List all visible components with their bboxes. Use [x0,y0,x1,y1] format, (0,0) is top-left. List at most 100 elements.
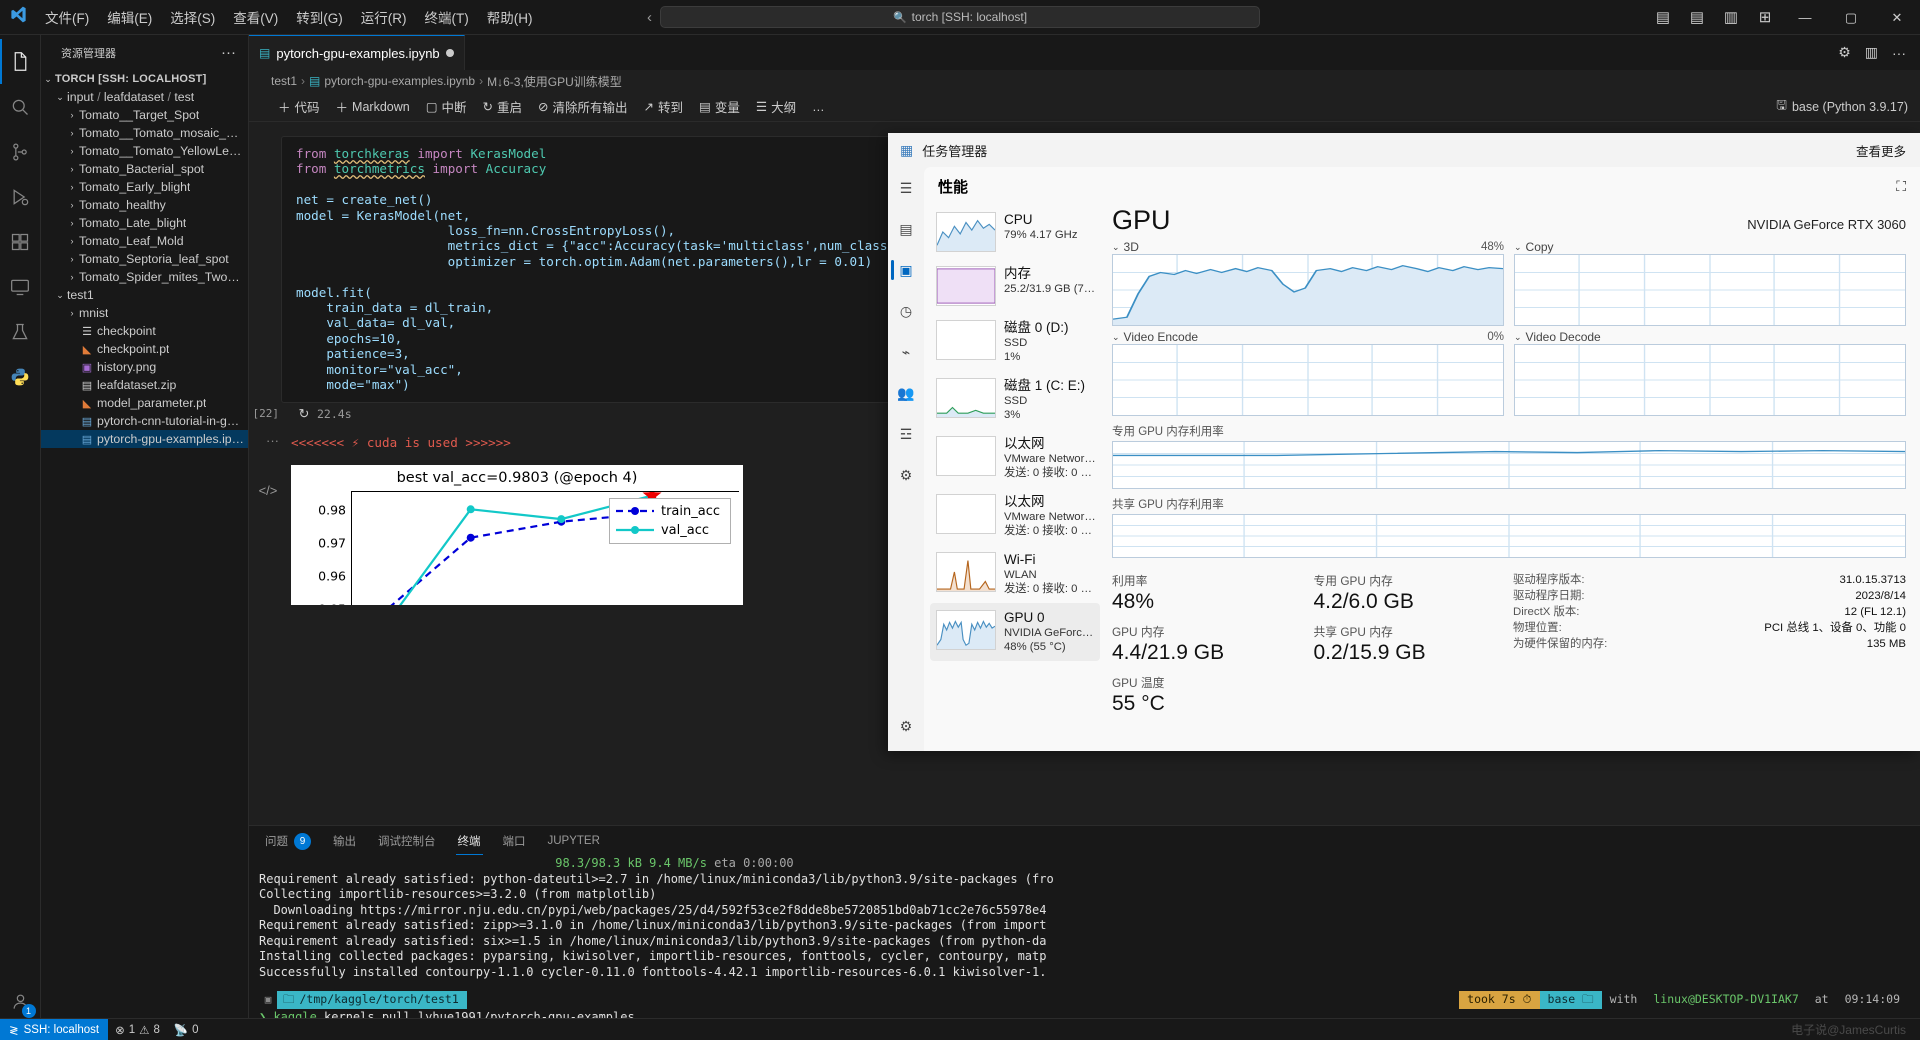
activity-testing-icon[interactable] [0,309,41,354]
device-list-item[interactable]: CPU 79% 4.17 GHz [930,205,1100,259]
task-manager-window[interactable]: ▦ 任务管理器 查看更多 ☰ ▤ ▣ ◷ ⌁ 👥 ☲ ⚙ ⚙ 性能 ⛶ CPU 7… [888,133,1920,751]
users-icon[interactable]: 👥 [891,380,921,406]
tab-pytorch-gpu-examples[interactable]: ▤ pytorch-gpu-examples.ipynb [249,35,465,70]
search-input[interactable]: torch [SSH: localhost] [912,10,1027,24]
device-list-item[interactable]: 内存 25.2/31.9 GB (79%) [930,259,1100,313]
tree-file-item[interactable]: ▤ pytorch-gpu-examples.ipynb [41,430,248,448]
hamburger-icon[interactable]: ☰ [891,175,921,201]
app-history-icon[interactable]: ◷ [891,298,921,324]
device-list-item[interactable]: 磁盘 0 (D:) SSD 1% [930,313,1100,371]
panel-left-icon[interactable]: ▤ [1646,8,1680,26]
activity-remote-explorer-icon[interactable] [0,264,41,309]
problems-status[interactable]: ⊗ 1 ⚠ 8 [108,1019,167,1040]
code-view-icon[interactable]: </> [249,465,291,498]
menu-help[interactable]: 帮助(H) [478,3,542,31]
activity-explorer-icon[interactable] [0,39,41,84]
tree-folder-test1[interactable]: ⌄ test1 [41,286,248,304]
activity-search-icon[interactable] [0,84,41,129]
activity-python-icon[interactable] [0,354,41,399]
layout-grid-icon[interactable]: ⊞ [1748,8,1782,26]
expand-icon[interactable]: ⛶ [1896,178,1906,195]
menu-view[interactable]: 查看(V) [224,3,287,31]
tree-file-item[interactable]: ▤ leafdataset.zip [41,376,248,394]
tree-file-item[interactable]: ▤ pytorch-cnn-tutorial-in-gpu.ipynb [41,412,248,430]
tree-file-item[interactable]: ◣ checkpoint.pt [41,340,248,358]
terminal-output[interactable]: 98.3/98.3 kB 9.4 MB/s eta 0:00:00 Require… [249,856,1920,1040]
menu-file[interactable]: 文件(F) [36,3,98,31]
services-icon[interactable]: ⚙ [891,462,921,488]
tree-file-item[interactable]: ◣ model_parameter.pt [41,394,248,412]
menu-go[interactable]: 转到(G) [287,3,352,31]
restart-button[interactable]: ↻ 重启 [476,94,530,119]
sidebar-more-icon[interactable]: ··· [215,44,242,61]
breadcrumb-cell[interactable]: M↓6-3,使用GPU训练模型 [487,73,622,90]
processes-icon[interactable]: ▤ [891,216,921,242]
remote-indicator[interactable]: ≷ SSH: localhost [0,1018,109,1040]
tree-folder-item[interactable]: › Tomato_Early_blight [41,178,248,196]
tree-folder-item[interactable]: › Tomato__Tomato_mosaic_virus [41,124,248,142]
breadcrumb-test1[interactable]: test1 [271,74,297,88]
outline-button[interactable]: ☰ 大纲 [749,94,803,119]
tree-folder-item[interactable]: › Tomato_Spider_mites_Two_spotted... [41,268,248,286]
split-icon[interactable]: ▣ [259,992,277,1008]
device-list-item[interactable]: Wi-Fi WLAN 发送: 0 接收: 0 Kbps [930,545,1100,603]
performance-icon[interactable]: ▣ [891,257,921,283]
tree-folder-item[interactable]: › Tomato_Late_blight [41,214,248,232]
nav-back-icon[interactable]: ‹ [640,9,659,26]
tree-folder-item[interactable]: › Tomato_Septoria_leaf_spot [41,250,248,268]
menu-selection[interactable]: 选择(S) [161,3,224,31]
gpu-graph-label-copy[interactable]: ⌄ Copy [1514,240,1906,254]
startup-icon[interactable]: ⌁ [891,339,921,365]
tree-file-item[interactable]: › mnist [41,304,248,322]
menu-edit[interactable]: 编辑(E) [98,3,161,31]
gpu-graph-label-video-decode[interactable]: ⌄ Video Decode [1514,330,1906,344]
tree-file-item[interactable]: ▣ history.png [41,358,248,376]
tree-folder-item[interactable]: › Tomato_Leaf_Mold [41,232,248,250]
details-icon[interactable]: ☲ [891,421,921,447]
maximize-button[interactable]: ▢ [1828,0,1874,35]
radio-tower-status[interactable]: 📡 0 [167,1019,206,1040]
panel-tab-ports[interactable]: 端口 [501,827,528,855]
interrupt-button[interactable]: ▢ 中断 [419,94,474,119]
panel-tab-debug-console[interactable]: 调试控制台 [376,827,438,855]
variables-button[interactable]: ▤ 变量 [692,94,747,119]
device-list-item[interactable]: GPU 0 NVIDIA GeForce... 48% (55 °C) [930,603,1100,661]
activity-source-control-icon[interactable] [0,129,41,174]
device-list-item[interactable]: 以太网 VMware Network ... 发送: 0 接收: 0 Kbps [930,429,1100,487]
ellipsis-icon[interactable]: ··· [1886,45,1912,61]
minimize-button[interactable]: — [1782,0,1828,35]
tree-root-torch[interactable]: ⌄ TORCH [SSH: LOCALHOST] [41,70,248,88]
device-list-item[interactable]: 以太网 VMware Network ... 发送: 0 接收: 0 Kbps [930,487,1100,545]
gpu-graph-label-3d[interactable]: ⌄ 3D 48% [1112,240,1504,254]
goto-button[interactable]: ↗ 转到 [637,94,691,119]
device-list-item[interactable]: 磁盘 1 (C: E:) SSD 3% [930,371,1100,429]
restart-circle-icon[interactable]: ↻ [291,406,317,422]
activity-extensions-icon[interactable] [0,219,41,264]
add-markdown-cell-button[interactable]: ＋ Markdown [329,94,417,119]
breadcrumb-file[interactable]: pytorch-gpu-examples.ipynb [324,74,475,88]
tree-file-item[interactable]: ☰ checkpoint [41,322,248,340]
settings-gear-icon[interactable]: ⚙ [1832,44,1857,61]
panel-bottom-icon[interactable]: ▤ [1680,8,1714,26]
panel-tab-jupyter[interactable]: JUPYTER [546,829,602,853]
menu-terminal[interactable]: 终端(T) [416,3,478,31]
close-button[interactable]: ✕ [1874,0,1920,35]
clear-outputs-button[interactable]: ⊘ 清除所有输出 [531,94,635,119]
menu-run[interactable]: 运行(R) [352,3,416,31]
gpu-graph-label-video-encode[interactable]: ⌄ Video Encode 0% [1112,330,1504,344]
tree-folder-input-path[interactable]: ⌄ input / leafdataset / test [41,88,248,106]
output-ellipsis-icon[interactable]: ··· [249,433,291,448]
panel-tab-problems[interactable]: 问题 9 [263,827,313,856]
toolbar-more-icon[interactable]: … [805,97,832,117]
panel-tab-output[interactable]: 输出 [331,827,358,855]
panel-tab-terminal[interactable]: 终端 [455,827,483,855]
tree-folder-item[interactable]: › Tomato_healthy [41,196,248,214]
add-code-cell-button[interactable]: ＋代码 [271,94,327,119]
command-center-search[interactable]: 🔍 torch [SSH: localhost] [660,6,1260,28]
split-editor-icon[interactable]: ▥ [1859,44,1884,61]
view-more-button[interactable]: 查看更多 [1856,141,1920,160]
tree-folder-item[interactable]: › Tomato_Bacterial_spot [41,160,248,178]
activity-run-debug-icon[interactable] [0,174,41,219]
tree-folder-item[interactable]: › Tomato__Target_Spot [41,106,248,124]
tree-folder-item[interactable]: › Tomato__Tomato_YellowLeaf__Curl_... [41,142,248,160]
